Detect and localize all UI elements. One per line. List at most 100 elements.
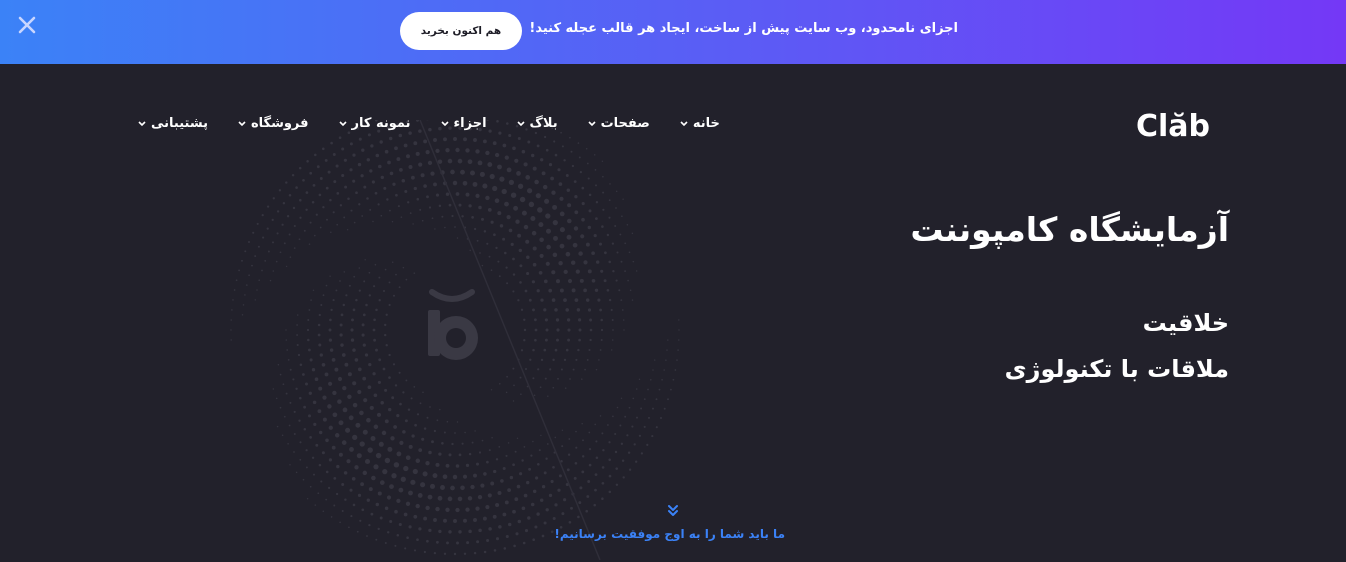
decor-dot <box>501 188 507 195</box>
nav-item[interactable]: خانه <box>680 116 720 131</box>
decor-dot <box>512 290 515 293</box>
decor-dot <box>594 423 597 426</box>
decor-dot <box>599 349 602 351</box>
decor-dot <box>368 294 371 297</box>
decor-dot <box>520 393 522 395</box>
decor-dot <box>364 353 369 357</box>
decor-dot <box>603 279 607 283</box>
decor-dot <box>586 358 589 361</box>
hero-title: آزمایشگاه کامپوننت <box>910 210 1229 249</box>
decor-dot <box>575 446 578 449</box>
decor-dot <box>375 452 382 459</box>
decor-dot <box>372 220 374 223</box>
main-nav: خانه صفحات بلاگ اجزاء نمونه کار فروشگاه پشتیبا… <box>138 116 720 131</box>
decor-dot <box>361 323 365 327</box>
decor-dot <box>560 131 562 134</box>
buy-now-button[interactable]: هم اکنون بخرید <box>400 12 522 50</box>
decor-dot <box>526 271 530 276</box>
decor-dot <box>632 260 635 263</box>
decor-dot <box>622 319 625 321</box>
decor-dot <box>552 465 555 469</box>
decor-dot <box>313 473 315 476</box>
decor-dot <box>462 180 468 186</box>
decor-dot <box>568 520 572 524</box>
decor-dot <box>283 415 286 418</box>
decor-dot <box>678 339 680 341</box>
decor-dot <box>417 492 423 498</box>
decor-dot <box>563 159 566 162</box>
decor-dot <box>394 509 398 514</box>
decor-dot <box>555 318 560 322</box>
decor-dot <box>325 438 329 443</box>
scroll-tagline[interactable]: ما باید شما را به اوج موفقیت برسانیم! <box>554 527 785 541</box>
decor-dot <box>451 442 454 446</box>
nav-item[interactable]: بلاگ <box>516 116 558 131</box>
decor-dot <box>438 452 442 456</box>
decor-dot <box>433 138 437 142</box>
decor-dot <box>607 424 609 426</box>
decor-dot <box>473 551 477 555</box>
decor-dot <box>538 449 541 452</box>
decor-dot <box>669 388 672 391</box>
decor-dot <box>283 242 286 245</box>
decor-dot <box>394 384 398 387</box>
decor-dot <box>453 552 457 556</box>
decor-dot <box>559 243 565 249</box>
decor-dot <box>621 215 623 217</box>
nav-item[interactable]: نمونه کار <box>338 116 411 131</box>
nav-item-label: بلاگ <box>529 116 558 131</box>
decor-dot <box>352 402 358 408</box>
decor-dot <box>455 147 460 153</box>
decor-dot <box>287 359 290 361</box>
decor-dot <box>378 299 381 302</box>
decor-dot <box>404 189 408 194</box>
decor-dot <box>512 367 515 370</box>
nav-item[interactable]: صفحات <box>588 116 650 131</box>
close-icon[interactable] <box>14 12 40 38</box>
nav-item[interactable]: پشتیبانی <box>138 116 208 131</box>
double-chevron-down-icon[interactable] <box>667 504 679 518</box>
decor-dot <box>398 522 402 527</box>
decor-dot <box>425 461 430 466</box>
nav-item-label: اجزاء <box>453 116 487 131</box>
decor-dot <box>336 223 339 226</box>
decor-dot <box>364 259 366 261</box>
decor-dot <box>608 474 612 478</box>
decor-dot <box>402 266 405 269</box>
decor-dot <box>285 329 287 331</box>
logo[interactable]: Clăb <box>1136 106 1216 146</box>
decor-dot <box>499 224 504 228</box>
decor-dot <box>361 508 365 512</box>
decor-dot <box>411 434 415 438</box>
decor-dot <box>244 294 246 296</box>
decor-dot <box>534 525 538 529</box>
decor-dot <box>312 289 315 292</box>
decor-dot <box>512 257 515 261</box>
decor-dot <box>473 138 477 142</box>
decor-dot <box>429 406 431 408</box>
decor-dot <box>525 239 530 244</box>
decor-dot <box>450 485 455 491</box>
decor-dot <box>359 441 365 447</box>
decor-dot <box>352 153 356 157</box>
nav-item[interactable]: فروشگاه <box>238 116 309 131</box>
decor-dot <box>559 211 565 217</box>
decor-dot <box>465 463 470 468</box>
decor-dot <box>593 234 597 238</box>
decor-dot <box>272 388 275 390</box>
decor-dot <box>305 466 308 469</box>
decor-dot <box>430 171 435 176</box>
decor-dot <box>532 246 537 251</box>
decor-dot <box>293 247 296 249</box>
decor-dot <box>408 525 412 529</box>
decor-dot <box>467 159 473 165</box>
decor-dot <box>475 149 480 154</box>
decor-dot <box>555 279 561 284</box>
decor-dot <box>488 527 492 531</box>
decor-dot <box>299 198 302 202</box>
decor-dot <box>567 218 572 224</box>
decor-dot <box>514 497 519 502</box>
nav-item[interactable]: اجزاء <box>440 116 487 131</box>
decor-dot <box>463 137 467 142</box>
decor-dot <box>358 267 361 269</box>
